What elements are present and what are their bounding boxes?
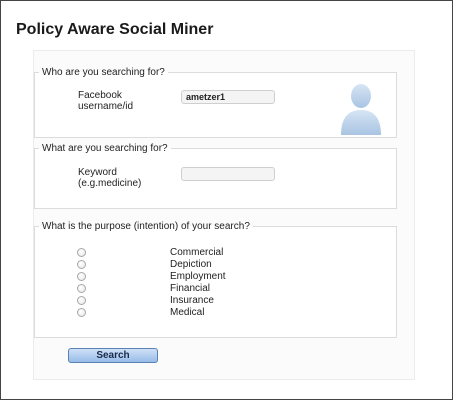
- radio-depiction[interactable]: [77, 260, 86, 269]
- option-label-financial: Financial: [170, 283, 211, 294]
- radio-medical[interactable]: [77, 308, 86, 317]
- who-legend: Who are you searching for?: [42, 67, 165, 78]
- avatar-icon: [341, 84, 381, 135]
- keyword-input[interactable]: [181, 167, 275, 181]
- keyword-label: Keyword (e.g.medicine): [78, 167, 141, 189]
- keyword-label-line2: (e.g.medicine): [78, 178, 142, 189]
- what-legend: What are you searching for?: [42, 143, 168, 154]
- facebook-label-line2: username/id: [78, 101, 134, 112]
- facebook-label-line1: Facebook: [78, 90, 122, 101]
- radio-commercial[interactable]: [77, 248, 86, 257]
- radio-employment[interactable]: [77, 272, 86, 281]
- option-label-employment: Employment: [170, 271, 226, 282]
- option-label-insurance: Insurance: [170, 295, 214, 306]
- option-label-depiction: Depiction: [170, 259, 212, 270]
- facebook-username-label: Facebook username/id: [78, 90, 133, 112]
- option-label-commercial: Commercial: [170, 247, 224, 258]
- radio-insurance[interactable]: [77, 296, 86, 305]
- purpose-legend: What is the purpose (intention) of your …: [42, 221, 250, 232]
- facebook-username-input[interactable]: [181, 90, 275, 104]
- page-title: Policy Aware Social Miner: [16, 21, 214, 38]
- radio-financial[interactable]: [77, 284, 86, 293]
- keyword-label-line1: Keyword: [78, 167, 117, 178]
- option-label-medical: Medical: [170, 307, 205, 318]
- search-button[interactable]: Search: [68, 348, 158, 363]
